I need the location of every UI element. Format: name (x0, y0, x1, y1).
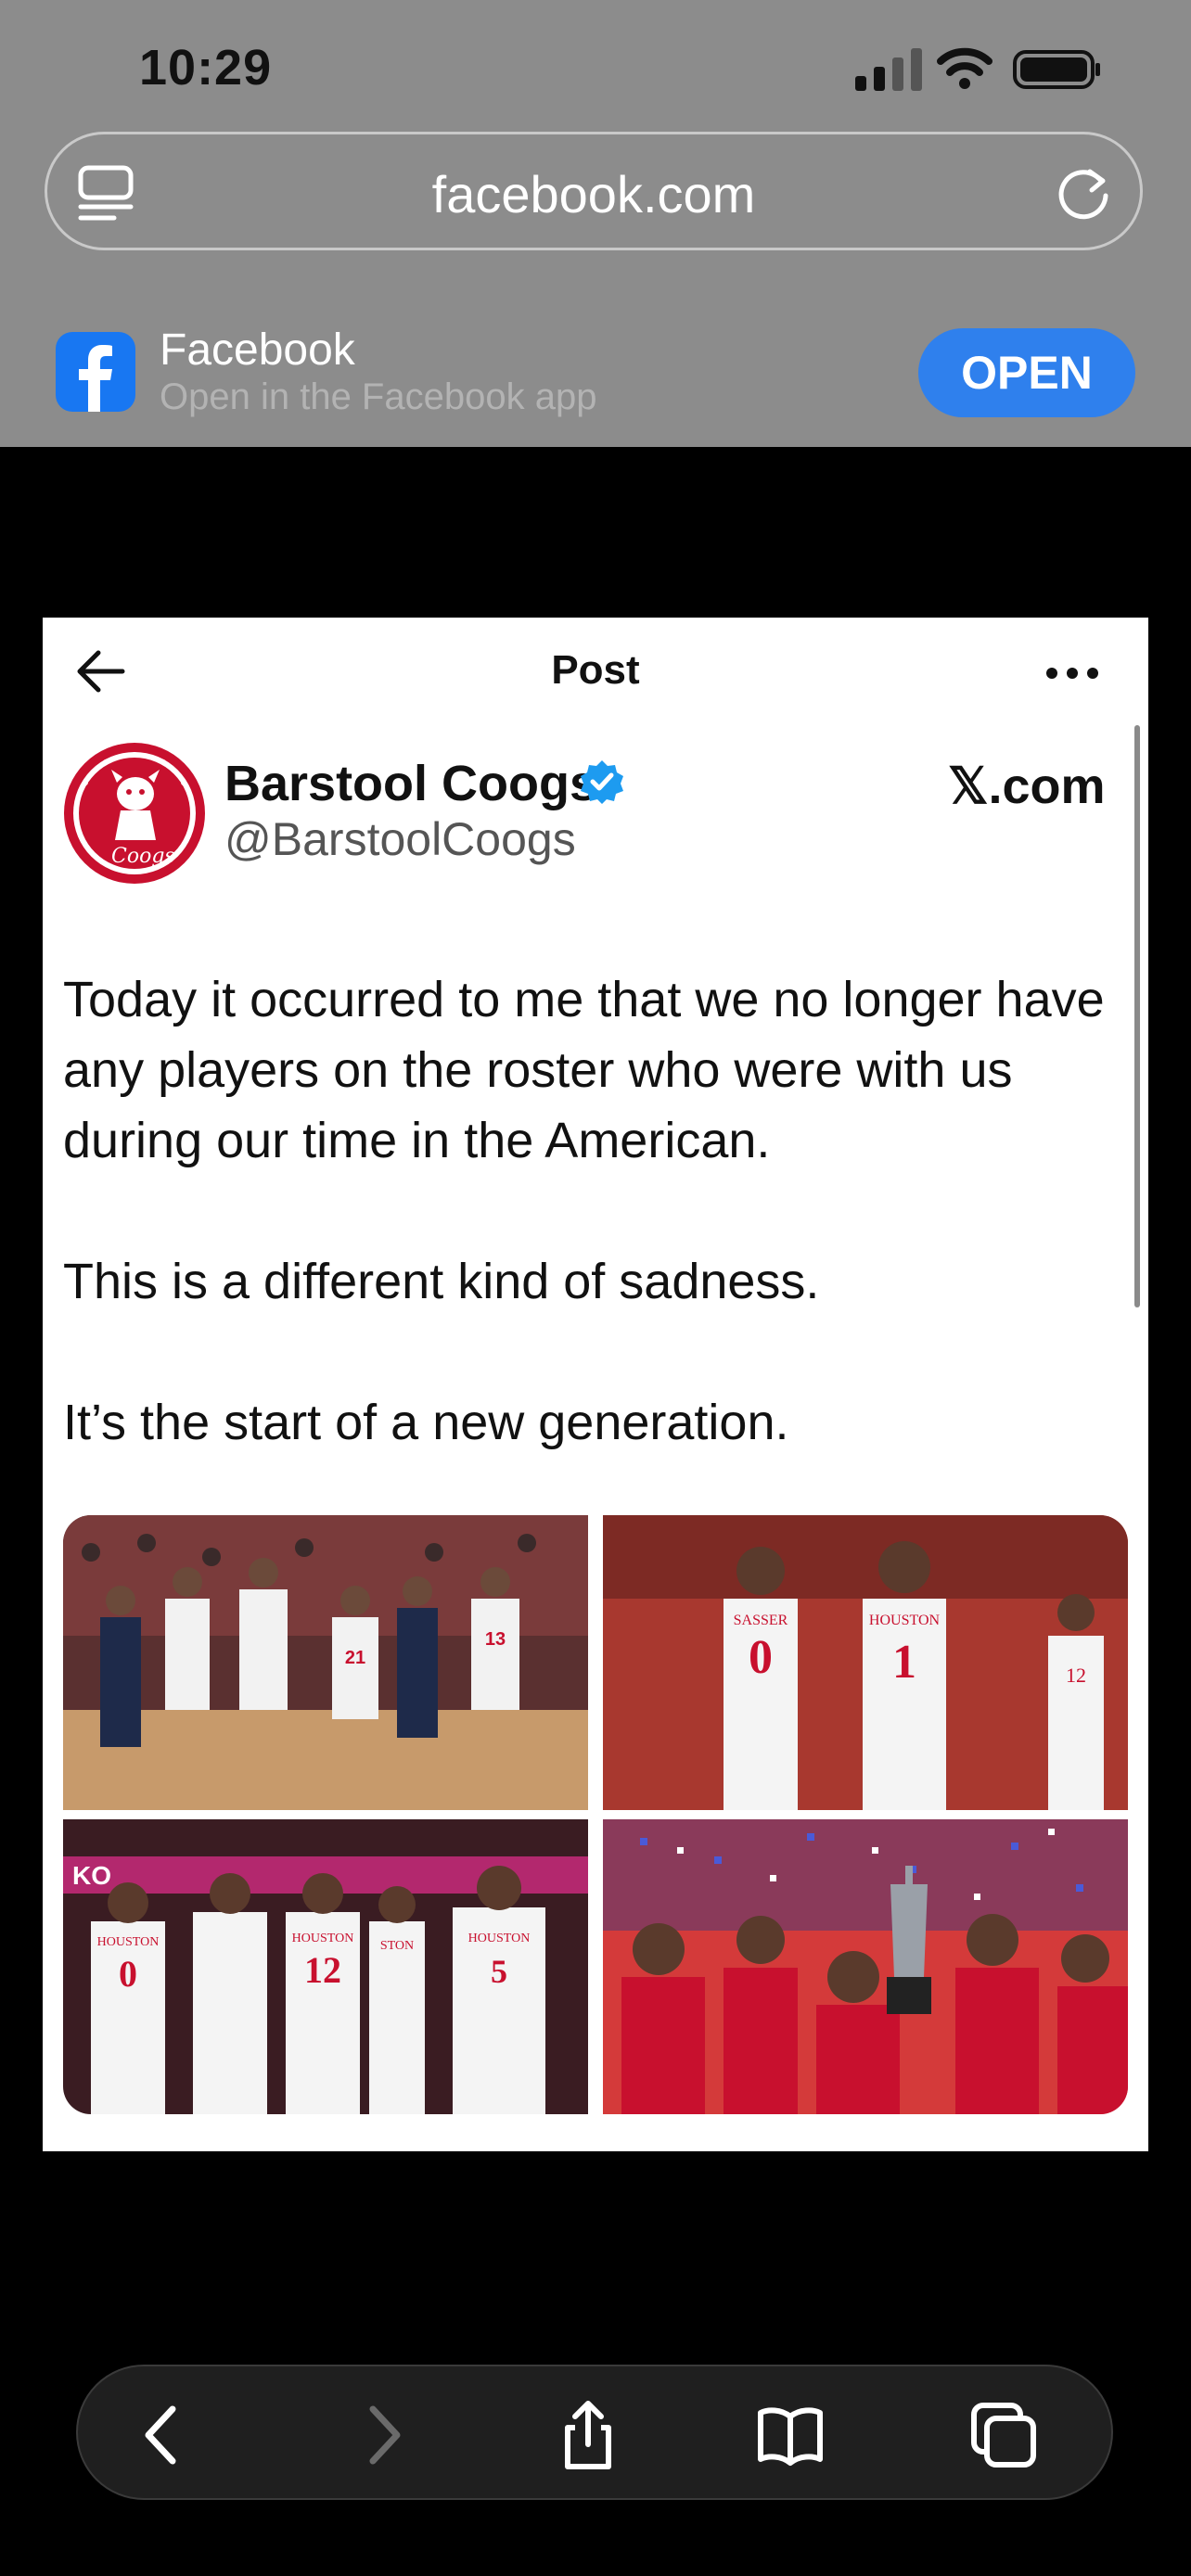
post-paragraph: Today it occurred to me that we no longe… (63, 972, 1105, 1168)
post-photo[interactable] (603, 1819, 1128, 2114)
photo-grid: 21 13 SASSER 0 HOUSTON 1 12 KO HOUSTON 0… (63, 1515, 1128, 2114)
back-icon[interactable] (128, 2400, 198, 2470)
jersey-name: HOUSTON (468, 1932, 531, 1945)
jersey-number: 21 (345, 1648, 365, 1668)
verified-badge-icon (581, 760, 623, 804)
post-paragraph: This is a different kind of sadness. (63, 1254, 820, 1309)
battery-icon (1013, 50, 1100, 89)
post-header-title: Post (551, 647, 640, 693)
jersey-name: STON (380, 1939, 414, 1953)
wifi-icon (937, 47, 992, 89)
address-bar[interactable]: facebook.com (45, 132, 1143, 250)
jersey-number: 1 (892, 1636, 916, 1689)
avatar-text: Coogs (111, 845, 175, 868)
jersey-name: HOUSTON (869, 1613, 941, 1628)
banner-app-subtitle: Open in the Facebook app (160, 376, 597, 417)
post-paragraph: It’s the start of a new generation. (63, 1395, 789, 1450)
facebook-app-icon (56, 332, 135, 412)
share-icon[interactable] (553, 2400, 623, 2470)
post-photo[interactable]: SASSER 0 HOUSTON 1 12 (603, 1515, 1128, 1810)
post-photo[interactable]: KO HOUSTON 0 HOUSTON 12 STON HOUSTON 5 (63, 1819, 588, 2114)
browser-toolbar (76, 2365, 1113, 2500)
post-photo[interactable]: 21 13 (63, 1515, 588, 1810)
reload-icon[interactable] (1053, 162, 1114, 223)
svg-text:KO: KO (72, 1861, 111, 1890)
x-brand-label: 𝕏.com (948, 759, 1106, 814)
post-card: Post Coogs Barstool Coogs @BarstoolCoogs… (43, 618, 1148, 2151)
more-options-icon[interactable] (1044, 666, 1100, 681)
browser-top-area: 10:29 facebook.com Facebook Open in the … (0, 0, 1191, 447)
jersey-name: SASSER (734, 1613, 788, 1628)
jersey-number: 12 (304, 1949, 341, 1991)
author-name[interactable]: Barstool Coogs (224, 755, 597, 812)
jersey-number: 0 (749, 1631, 773, 1684)
jersey-name: HOUSTON (292, 1932, 354, 1945)
jersey-number: 0 (119, 1953, 137, 1995)
jersey-name: HOUSTON (97, 1935, 160, 1949)
tabs-icon[interactable] (968, 2400, 1039, 2470)
jersey-number: 12 (1066, 1664, 1086, 1687)
open-in-app-button[interactable]: OPEN (918, 328, 1135, 417)
author-handle[interactable]: @BarstoolCoogs (224, 812, 576, 866)
jersey-number: 13 (485, 1629, 506, 1650)
forward-icon[interactable] (347, 2400, 417, 2470)
jersey-number: 5 (491, 1953, 507, 1990)
banner-app-title: Facebook (160, 325, 355, 375)
author-avatar[interactable]: Coogs (63, 742, 206, 885)
url-text[interactable]: facebook.com (47, 164, 1140, 224)
post-body: Today it occurred to me that we no longe… (63, 964, 1139, 1528)
bookmarks-icon[interactable] (755, 2400, 826, 2470)
status-time: 10:29 (139, 40, 273, 96)
cellular-signal-icon (855, 48, 922, 91)
